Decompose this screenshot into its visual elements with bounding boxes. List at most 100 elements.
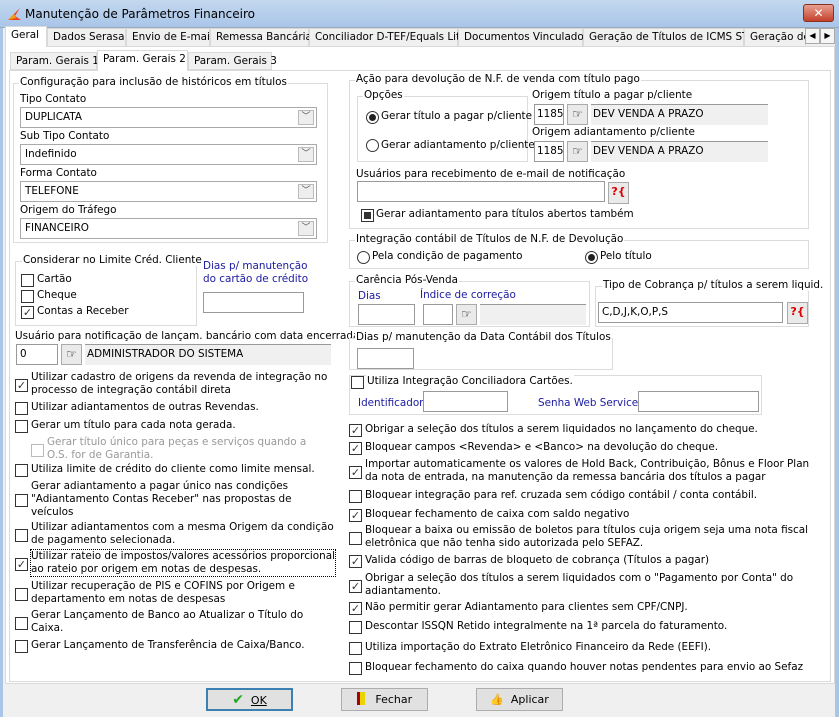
usuario-lookup-button[interactable]: ☞	[61, 344, 82, 365]
pela-condicao-label[interactable]: Pela condição de pagamento	[372, 250, 522, 262]
right-options-label-4[interactable]: Bloquear fechamento de caixa com saldo n…	[365, 508, 629, 521]
chevron-down-icon[interactable]: ﹀	[298, 110, 314, 125]
limite-label-1[interactable]: Cheque	[37, 289, 77, 301]
identificador-input[interactable]	[423, 391, 508, 412]
fechar-button[interactable]: Fechar	[341, 688, 428, 711]
dias-cartao-input[interactable]	[203, 292, 304, 313]
left-options-label-9[interactable]: Gerar Lançamento de Banco ao Atualizar o…	[31, 609, 303, 635]
left-options-label-7[interactable]: Utilizar rateio de impostos/valores aces…	[30, 549, 336, 577]
left-options-checkbox-2[interactable]	[15, 420, 28, 433]
origem-trafego-select[interactable]: FINANCEIRO ﹀	[20, 218, 317, 239]
gerar-adiantamento-abertos-checkbox[interactable]	[361, 209, 374, 222]
gerar-titulo-label[interactable]: Gerar título a pagar p/cliente	[381, 110, 532, 122]
limite-checkbox-1[interactable]	[21, 290, 34, 303]
left-options-label-1[interactable]: Utilizar adiantamentos de outras Revenda…	[31, 401, 259, 414]
subtab-param-gerais-1[interactable]: Param. Gerais 1	[10, 52, 99, 70]
tab-conciliador[interactable]: Conciliador D-TEF/Equals Lite	[309, 28, 467, 47]
right-options-checkbox-7[interactable]: ✓	[349, 579, 362, 593]
origem-adiantamento-code-input[interactable]: 1185	[534, 141, 564, 162]
subtab-param-gerais-3[interactable]: Param. Gerais 3	[188, 52, 277, 70]
limite-label-0[interactable]: Cartão	[37, 273, 72, 285]
right-options-label-1[interactable]: Bloquear campos <Revenda> e <Banco> na d…	[365, 441, 718, 454]
right-options-checkbox-9[interactable]	[349, 621, 362, 634]
left-options-checkbox-7[interactable]: ✓	[15, 557, 28, 571]
senha-web-service-input[interactable]	[638, 391, 759, 412]
pelo-titulo-radio[interactable]	[585, 251, 598, 264]
left-options-label-10[interactable]: Gerar Lançamento de Transferência de Cai…	[31, 639, 305, 652]
tab-scroll-left-icon[interactable]: ◀	[805, 28, 820, 44]
sub-tipo-contato-select[interactable]: Indefinido ﹀	[20, 144, 317, 165]
tab-dados-serasa[interactable]: Dados Serasa	[47, 28, 126, 47]
left-options-label-5[interactable]: Gerar adiantamento a pagar único nas con…	[31, 480, 292, 519]
aplicar-button[interactable]: 👍 Aplicar	[476, 688, 563, 711]
pelo-titulo-label[interactable]: Pelo título	[600, 250, 652, 262]
origem-adiantamento-lookup-button[interactable]: ☞	[567, 141, 588, 162]
left-options-label-8[interactable]: Utilizar recuperação de PIS e COFINS por…	[31, 580, 295, 606]
tab-geracao-icms-st[interactable]: Geração de Títulos de ICMS ST	[583, 28, 748, 47]
close-button[interactable]: ✕	[803, 4, 834, 22]
subtab-param-gerais-2[interactable]: Param. Gerais 2	[97, 50, 188, 71]
usuario-notificacao-code-input[interactable]: 0	[16, 344, 58, 365]
carencia-dias-input[interactable]	[358, 304, 415, 325]
right-options-checkbox-3[interactable]	[349, 490, 362, 503]
left-options-checkbox-0[interactable]: ✓	[15, 378, 28, 392]
usuarios-email-input[interactable]	[357, 181, 605, 202]
right-options-checkbox-11[interactable]	[349, 662, 362, 675]
origem-titulo-code-input[interactable]: 1185	[534, 104, 564, 125]
dias-contabil-input[interactable]	[357, 348, 414, 369]
right-options-label-10[interactable]: Utiliza importação do Extrato Eletrônico…	[365, 641, 711, 654]
left-options-label-2[interactable]: Gerar um título para cada nota gerada.	[31, 419, 236, 432]
right-options-label-3[interactable]: Bloquear integração para ref. cruzada se…	[365, 489, 757, 502]
tab-envio-email[interactable]: Envio de E-mail	[126, 28, 213, 47]
right-options-label-8[interactable]: Não permitir gerar Adiantamento para cli…	[365, 601, 688, 614]
tab-geral[interactable]: Geral	[5, 26, 47, 47]
origem-titulo-lookup-button[interactable]: ☞	[567, 104, 588, 125]
left-options-checkbox-1[interactable]	[15, 402, 28, 415]
left-options-checkbox-5[interactable]	[15, 494, 28, 507]
left-options-checkbox-8[interactable]	[15, 587, 28, 601]
gerar-adiantamento-radio[interactable]	[366, 139, 379, 152]
gerar-adiantamento-label[interactable]: Gerar adiantamento p/cliente	[381, 139, 535, 151]
left-options-checkbox-10[interactable]	[15, 640, 28, 653]
left-options-checkbox-6[interactable]	[15, 528, 28, 542]
conciliadora-label[interactable]: Utiliza Integração Conciliadora Cartões.	[366, 375, 574, 387]
right-options-checkbox-6[interactable]: ✓	[349, 555, 362, 568]
gerar-adiantamento-abertos-label[interactable]: Gerar adiantamento para títulos abertos …	[376, 208, 634, 220]
left-options-label-0[interactable]: Utilizar cadastro de origens da revenda …	[31, 371, 327, 397]
tab-documentos-vinculados[interactable]: Documentos Vinculados	[458, 28, 589, 47]
indice-correcao-input[interactable]	[423, 304, 453, 325]
indice-lookup-button[interactable]: ☞	[456, 304, 477, 325]
limite-label-2[interactable]: Contas a Receber	[37, 305, 129, 317]
limite-checkbox-2[interactable]: ✓	[21, 306, 34, 319]
right-options-label-9[interactable]: Descontar ISSQN Retido integralmente na …	[365, 620, 727, 633]
right-options-checkbox-2[interactable]: ✓	[349, 465, 362, 479]
conciliadora-checkbox[interactable]	[351, 376, 364, 389]
right-options-checkbox-0[interactable]: ✓	[349, 424, 362, 437]
chevron-down-icon[interactable]: ﹀	[298, 221, 314, 236]
tab-geracao-de[interactable]: Geração de	[744, 28, 806, 47]
right-options-checkbox-1[interactable]: ✓	[349, 442, 362, 455]
left-options-checkbox-9[interactable]	[15, 616, 28, 630]
chevron-down-icon[interactable]: ﹀	[298, 147, 314, 162]
left-options-label-6[interactable]: Utilizar adiantamentos com a mesma Orige…	[31, 521, 334, 547]
right-options-label-2[interactable]: Importar automaticamente os valores de H…	[365, 458, 809, 484]
right-options-checkbox-4[interactable]: ✓	[349, 509, 362, 522]
forma-contato-select[interactable]: TELEFONE ﹀	[20, 181, 317, 202]
right-options-checkbox-8[interactable]: ✓	[349, 602, 362, 615]
right-options-checkbox-5[interactable]	[349, 531, 362, 545]
right-options-label-11[interactable]: Bloquear fechamento do caixa quando houv…	[365, 661, 803, 674]
limite-checkbox-0[interactable]	[21, 274, 34, 287]
usuarios-help-button[interactable]: ?{	[608, 182, 629, 204]
right-options-label-7[interactable]: Obrigar a seleção dos títulos a serem li…	[365, 572, 793, 598]
right-options-checkbox-10[interactable]	[349, 642, 362, 655]
tab-scroll-right-icon[interactable]: ▶	[820, 28, 835, 44]
tab-remessa-bancaria[interactable]: Remessa Bancária	[210, 28, 312, 47]
gerar-titulo-radio[interactable]	[366, 111, 379, 124]
chevron-down-icon[interactable]: ﹀	[298, 184, 314, 199]
left-options-checkbox-4[interactable]	[15, 464, 28, 477]
left-options-label-4[interactable]: Utiliza limite de crédito do cliente com…	[31, 463, 315, 476]
tipo-contato-select[interactable]: DUPLICATA ﹀	[20, 107, 317, 128]
pela-condicao-radio[interactable]	[357, 251, 370, 264]
right-options-label-6[interactable]: Valida código de barras de bloqueto de c…	[365, 554, 709, 567]
title-bar[interactable]: Manutenção de Parâmetros Financeiro ✕	[0, 0, 839, 28]
